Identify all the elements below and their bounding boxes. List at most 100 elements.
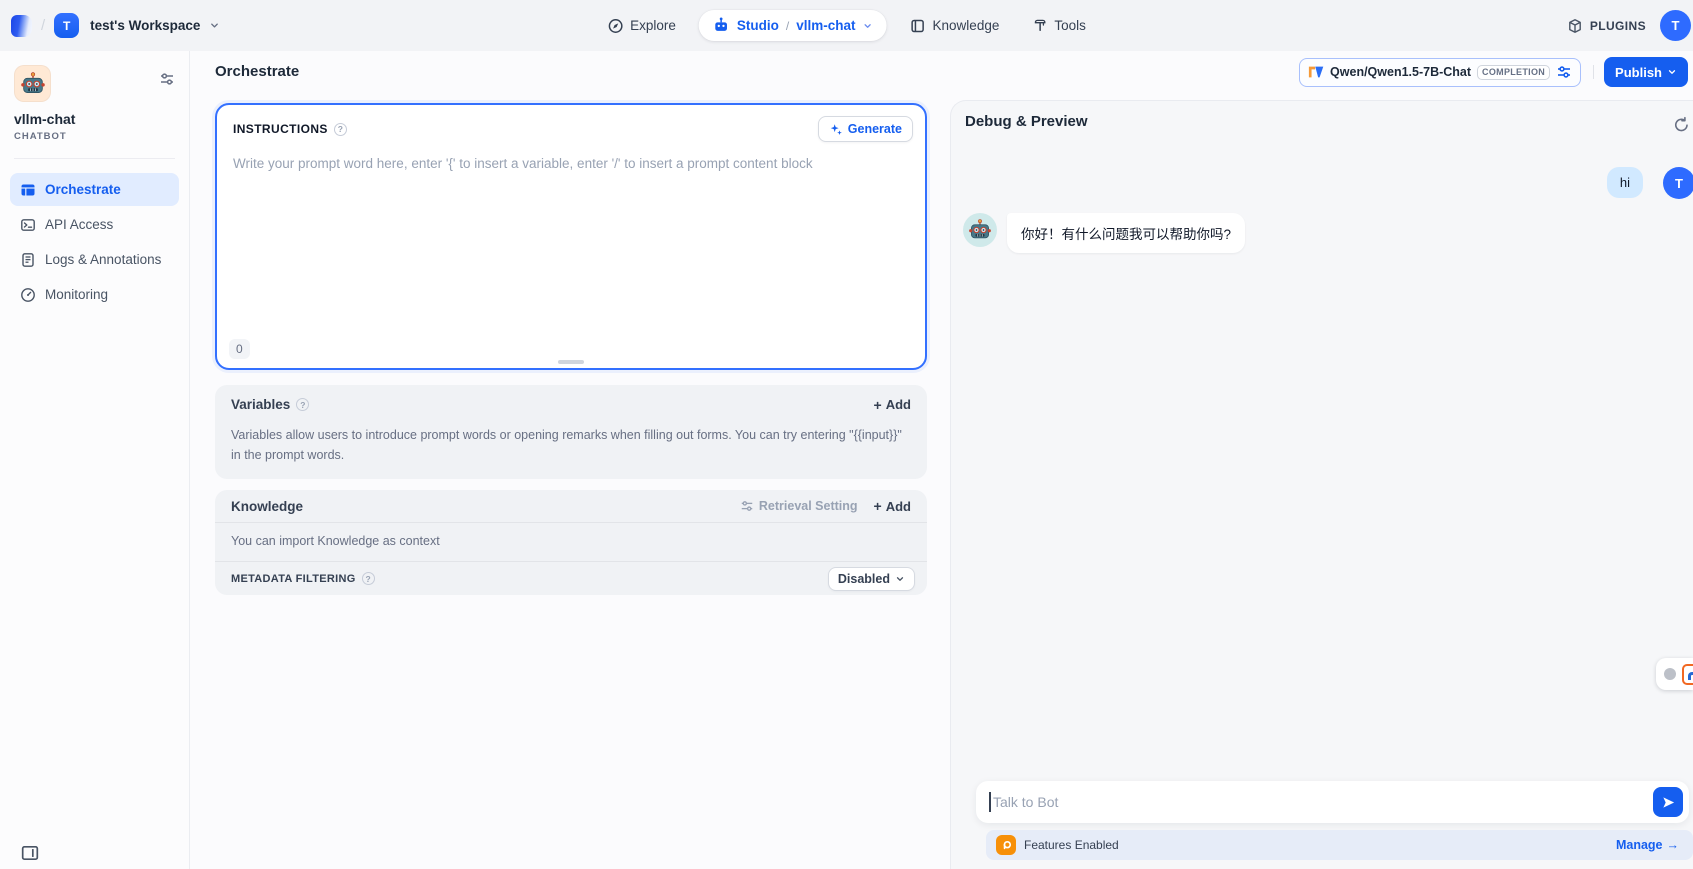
quote-icon xyxy=(1000,839,1013,852)
metadata-filtering-select[interactable]: Disabled xyxy=(828,567,915,591)
app-header xyxy=(10,65,179,102)
sidebar: vllm-chat CHATBOT Orchestrate API Access… xyxy=(0,51,190,869)
chevron-down-icon xyxy=(1667,67,1677,77)
breadcrumb-slash: / xyxy=(786,19,789,33)
send-icon xyxy=(1661,795,1676,810)
logs-document-icon xyxy=(20,252,36,268)
header-separator xyxy=(1593,65,1594,79)
sidebar-item-orchestrate[interactable]: Orchestrate xyxy=(10,173,179,206)
retrieval-sliders-icon xyxy=(740,499,754,513)
chevron-down-icon xyxy=(895,574,905,584)
debug-preview-panel: Debug & Preview hi T 你好！有什么问题我可以帮助你吗? xyxy=(950,100,1693,869)
widget-dot-icon xyxy=(1664,668,1676,680)
user-chat-avatar: T xyxy=(1663,167,1693,199)
sidebar-item-logs-annotations[interactable]: Logs & Annotations xyxy=(10,243,179,276)
metadata-filtering-value: Disabled xyxy=(838,572,890,586)
help-icon[interactable]: ? xyxy=(362,572,375,585)
help-icon[interactable]: ? xyxy=(296,398,309,411)
metadata-filtering-row: METADATA FILTERING ? Disabled xyxy=(215,561,927,595)
manage-label: Manage xyxy=(1616,838,1663,852)
nav-explore[interactable]: Explore xyxy=(597,11,686,41)
add-variable-label: Add xyxy=(886,397,911,412)
robot-emoji-icon xyxy=(968,218,992,242)
chat-input-container xyxy=(976,781,1689,823)
topbar-nav: Explore Studio / vllm-chat Knowledge Too… xyxy=(597,10,1096,41)
plugins-label: PLUGINS xyxy=(1590,19,1646,33)
sidebar-divider xyxy=(14,158,175,159)
publish-button[interactable]: Publish xyxy=(1604,57,1688,87)
features-bar: Features Enabled Manage → xyxy=(986,830,1693,860)
robot-emoji-icon xyxy=(20,71,46,97)
sidebar-item-label: Monitoring xyxy=(45,287,108,302)
nav-knowledge[interactable]: Knowledge xyxy=(900,11,1010,41)
nav-explore-label: Explore xyxy=(630,18,676,33)
nav-studio-active[interactable]: Studio / vllm-chat xyxy=(699,10,887,41)
topbar-left: / T test's Workspace xyxy=(11,13,220,38)
collapse-sidebar-icon[interactable] xyxy=(21,844,39,862)
monitoring-gauge-icon xyxy=(20,287,36,303)
instructions-title: INSTRUCTIONS xyxy=(233,122,328,136)
arrow-right-icon: → xyxy=(1667,838,1680,852)
orchestrate-window-icon xyxy=(20,182,36,198)
user-message-bubble: hi xyxy=(1607,167,1643,198)
manage-features-link[interactable]: Manage → xyxy=(1616,838,1679,852)
chevron-down-icon[interactable] xyxy=(209,20,220,31)
features-enabled-label: Features Enabled xyxy=(1024,838,1119,852)
nav-tools[interactable]: Tools xyxy=(1022,11,1096,40)
knowledge-description: You can import Knowledge as context xyxy=(215,523,927,561)
retrieval-setting-button[interactable]: Retrieval Setting xyxy=(740,499,858,513)
char-count: 0 xyxy=(229,339,250,359)
workspace-avatar[interactable]: T xyxy=(54,13,79,38)
generate-button[interactable]: Generate xyxy=(818,116,913,142)
knowledge-header: Knowledge Retrieval Setting + Add xyxy=(215,490,927,523)
workspace-name[interactable]: test's Workspace xyxy=(90,18,200,33)
model-settings-sliders-icon[interactable] xyxy=(1556,64,1572,80)
assistant-message-bubble: 你好！有什么问题我可以帮助你吗? xyxy=(1007,213,1245,253)
add-variable-button[interactable]: + Add xyxy=(874,397,911,412)
sidebar-item-api-access[interactable]: API Access xyxy=(10,208,179,241)
features-icon xyxy=(996,835,1016,855)
generate-label: Generate xyxy=(848,122,902,136)
app-type-badge: CHATBOT xyxy=(14,131,175,142)
restart-conversation-icon[interactable] xyxy=(1673,116,1690,133)
tools-icon xyxy=(1032,18,1047,33)
publish-label: Publish xyxy=(1615,65,1662,80)
orchestrate-config: INSTRUCTIONS ? Generate Write your promp… xyxy=(215,103,927,595)
send-button[interactable] xyxy=(1653,787,1683,817)
prompt-editor[interactable]: Write your prompt word here, enter '{' t… xyxy=(217,148,925,179)
plugins-button[interactable]: PLUGINS xyxy=(1567,18,1646,34)
sidebar-item-label: Orchestrate xyxy=(45,182,121,197)
add-knowledge-label: Add xyxy=(886,499,911,514)
nav-studio-app-name[interactable]: vllm-chat xyxy=(796,18,855,33)
instructions-header: INSTRUCTIONS ? Generate xyxy=(217,105,925,148)
model-mode-badge: COMPLETION xyxy=(1477,65,1550,80)
widget-logo-icon xyxy=(1682,664,1693,685)
sidebar-item-monitoring[interactable]: Monitoring xyxy=(10,278,179,311)
plus-icon: + xyxy=(874,398,882,412)
user-avatar[interactable]: T xyxy=(1660,10,1691,41)
chat-input[interactable] xyxy=(976,781,1689,823)
resize-handle[interactable] xyxy=(558,360,584,364)
browser-extension-widget[interactable] xyxy=(1656,658,1693,690)
knowledge-panel: Knowledge Retrieval Setting + Add You ca… xyxy=(215,490,927,595)
model-selector[interactable]: Qwen/Qwen1.5-7B-Chat COMPLETION xyxy=(1299,58,1581,87)
plus-icon: + xyxy=(874,499,882,513)
app-settings-sliders-icon[interactable] xyxy=(159,71,175,87)
add-knowledge-button[interactable]: + Add xyxy=(874,499,911,514)
vllm-logo-icon xyxy=(1308,65,1324,79)
app-icon[interactable] xyxy=(14,65,51,102)
knowledge-title: Knowledge xyxy=(231,499,303,514)
variables-description: Variables allow users to introduce promp… xyxy=(231,425,911,465)
header-controls: Qwen/Qwen1.5-7B-Chat COMPLETION Publish xyxy=(1299,57,1688,87)
text-caret xyxy=(989,792,991,812)
nav-studio-label[interactable]: Studio xyxy=(737,18,779,33)
chevron-down-icon[interactable] xyxy=(863,21,873,31)
app-page: / T test's Workspace Explore Studio / vl… xyxy=(0,0,1693,869)
package-icon xyxy=(1567,18,1583,34)
terminal-icon xyxy=(20,217,36,233)
help-icon[interactable]: ? xyxy=(334,123,347,136)
main-content: Orchestrate Qwen/Qwen1.5-7B-Chat COMPLET… xyxy=(190,51,1693,869)
sparkle-icon xyxy=(829,122,843,136)
dify-logo[interactable] xyxy=(11,15,32,37)
chat-message-user: hi T xyxy=(1607,167,1693,199)
